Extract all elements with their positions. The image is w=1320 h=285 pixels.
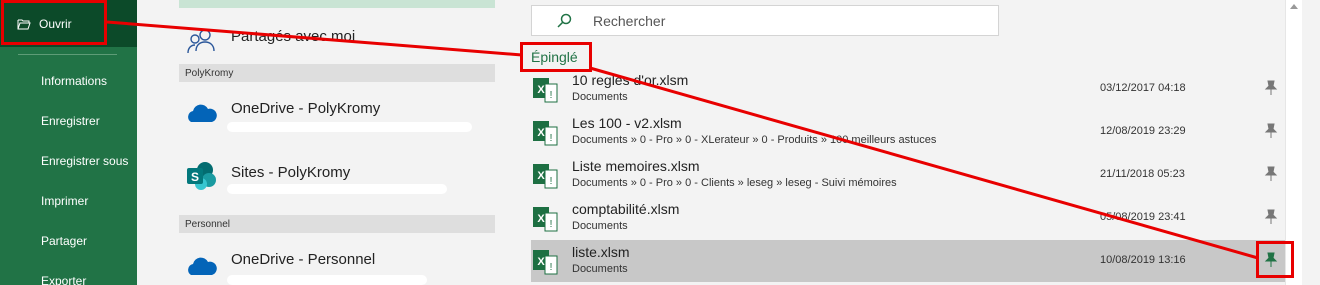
redacted-account — [227, 275, 427, 285]
search-placeholder: Rechercher — [593, 12, 666, 29]
nav-item-enregistrer[interactable]: Enregistrer — [0, 106, 137, 136]
svg-text:!: ! — [550, 176, 553, 187]
search-box[interactable]: Rechercher — [531, 5, 999, 36]
annotation-box-ouvrir — [1, 0, 107, 45]
file-row[interactable]: X ! Liste memoires.xlsm Documents » 0 - … — [531, 154, 1286, 196]
location-name: OneDrive - PolyKromy — [231, 100, 381, 117]
file-name: liste.xlsm — [572, 244, 630, 260]
nav-item-partager[interactable]: Partager — [0, 226, 137, 256]
file-name: comptabilité.xlsm — [572, 201, 680, 217]
excel-macro-file-icon: X ! — [533, 121, 558, 146]
location-name: Sites - PolyKromy — [231, 164, 351, 181]
svg-text:X: X — [537, 256, 545, 268]
file-path: Documents » 0 - Pro » 0 - XLerateur » 0 … — [572, 134, 937, 146]
locations-pane: Partagés avec moi PolyKromy OneDrive - P… — [179, 0, 495, 285]
svg-text:!: ! — [550, 90, 553, 101]
location-name: OneDrive - Personnel — [231, 251, 376, 268]
location-name: Partagés avec moi — [231, 28, 356, 45]
file-date: 10/08/2019 13:16 — [1100, 254, 1186, 266]
location-onedrive-polykromy[interactable]: OneDrive - PolyKromy — [179, 92, 495, 136]
pin-icon[interactable] — [1264, 166, 1278, 182]
excel-macro-file-icon: X ! — [533, 250, 558, 275]
location-onedrive-personnel[interactable]: OneDrive - Personnel — [179, 245, 495, 285]
file-row[interactable]: X ! 10 regles d'or.xlsm Documents 03/12/… — [531, 68, 1286, 110]
redacted-account — [227, 184, 447, 194]
excel-macro-file-icon: X ! — [533, 78, 558, 103]
file-row[interactable]: X ! Les 100 - v2.xlsm Documents » 0 - Pr… — [531, 111, 1286, 153]
section-header-polykromy: PolyKromy — [179, 64, 495, 82]
file-name: Liste memoires.xlsm — [572, 158, 700, 174]
nav-divider — [18, 54, 117, 55]
search-icon — [557, 13, 572, 28]
svg-text:X: X — [537, 127, 545, 139]
file-name: Les 100 - v2.xlsm — [572, 115, 682, 131]
pin-icon[interactable] — [1264, 123, 1278, 139]
pin-icon[interactable] — [1264, 80, 1278, 96]
sharepoint-icon: S — [187, 162, 216, 190]
svg-text:X: X — [537, 84, 545, 96]
redacted-account — [227, 122, 472, 132]
file-path: Documents » 0 - Pro » 0 - Clients » lese… — [572, 177, 897, 189]
onedrive-cloud-icon — [188, 257, 217, 275]
file-date: 03/12/2017 04:18 — [1100, 82, 1186, 94]
svg-text:!: ! — [550, 219, 553, 230]
location-sites-polykromy[interactable]: S Sites - PolyKromy — [179, 156, 495, 200]
file-date: 21/11/2018 05:23 — [1100, 168, 1185, 180]
nav-item-informations[interactable]: Informations — [0, 66, 137, 96]
excel-macro-file-icon: X ! — [533, 207, 558, 232]
svg-text:!: ! — [550, 133, 553, 144]
location-shared[interactable]: Partagés avec moi — [179, 22, 495, 60]
nav-item-exporter[interactable]: Exporter — [0, 266, 137, 285]
section-header-personnel: Personnel — [179, 215, 495, 233]
svg-text:!: ! — [550, 262, 553, 273]
nav-item-imprimer[interactable]: Imprimer — [0, 186, 137, 216]
onedrive-cloud-icon — [188, 104, 217, 122]
file-path: Documents — [572, 220, 628, 232]
selected-location-highlight — [179, 0, 495, 8]
file-row-selected[interactable]: X ! liste.xlsm Documents 10/08/2019 13:1… — [531, 240, 1286, 282]
pin-icon[interactable] — [1264, 209, 1278, 225]
scroll-up-arrow-icon[interactable] — [1290, 4, 1298, 9]
nav-item-enregistrer-sous[interactable]: Enregistrer sous — [0, 146, 137, 176]
file-path: Documents — [572, 263, 628, 275]
file-path: Documents — [572, 91, 628, 103]
svg-text:S: S — [191, 170, 199, 184]
file-date: 12/08/2019 23:29 — [1100, 125, 1186, 137]
file-date: 05/08/2019 23:41 — [1100, 211, 1186, 223]
recent-files-pane: Rechercher Épinglé X ! 10 regles d'or.xl… — [495, 0, 1320, 285]
annotation-box-pin — [1256, 241, 1294, 278]
annotation-box-epingle — [520, 42, 592, 72]
file-row[interactable]: X ! comptabilité.xlsm Documents 05/08/20… — [531, 197, 1286, 239]
excel-macro-file-icon: X ! — [533, 164, 558, 189]
svg-text:X: X — [537, 213, 545, 225]
shared-people-icon — [187, 29, 215, 54]
file-name: 10 regles d'or.xlsm — [572, 72, 689, 88]
svg-text:X: X — [537, 170, 545, 182]
